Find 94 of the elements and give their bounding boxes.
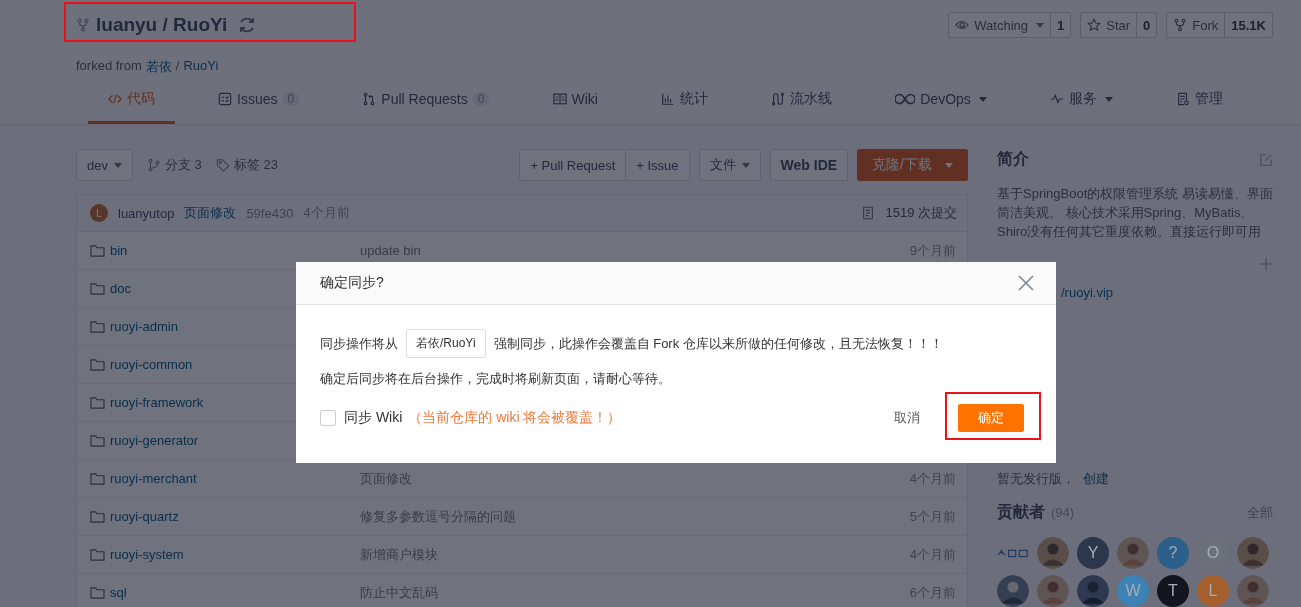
repo-link[interactable]: RuoYi	[183, 58, 219, 76]
folder-icon	[90, 510, 105, 523]
nav-tab[interactable]: Wiki	[532, 90, 618, 124]
pull-request-icon	[362, 92, 377, 106]
folder-link[interactable]: sql	[110, 585, 127, 600]
repo-description: 基于SpringBoot的权限管理系统 易读易懂、界面简洁美观。 核心技术采用Spring、MyBatis、Shiro没有任何其它重度依赖。直接运行即可用	[997, 185, 1273, 241]
sync-wiki-checkbox[interactable]: 同步 Wiki	[320, 409, 403, 427]
pulse-icon	[1049, 92, 1064, 106]
repo-action-button[interactable]: Fork 15.1K	[1166, 12, 1273, 38]
logo-icon[interactable]	[997, 547, 1029, 559]
tag-icon	[215, 158, 230, 172]
caret-icon	[113, 162, 122, 168]
author-avatar: L	[90, 204, 108, 222]
nav-tab[interactable]: 流水线	[751, 90, 853, 124]
commit-message-link[interactable]: 页面修改	[184, 204, 237, 222]
contributor-avatar[interactable]: ?	[1157, 537, 1189, 569]
folder-link[interactable]: ruoyi-quartz	[110, 509, 179, 524]
checkbox[interactable]	[320, 410, 336, 426]
contributor-avatar[interactable]: T	[1157, 575, 1189, 607]
dialog-text: 强制同步，此操作会覆盖自 Fork 仓库以来所做的任何修改，且无法恢复！！！	[493, 334, 943, 353]
count-label: 0	[1142, 16, 1152, 35]
nav-tab[interactable]: 代码	[88, 90, 175, 124]
close-icon[interactable]	[1018, 275, 1034, 291]
repo-title[interactable]: luanyu / RuoYi	[96, 14, 228, 36]
branches-link[interactable]: 分支 3	[146, 156, 202, 174]
issue-icon	[218, 92, 233, 106]
author-link[interactable]: luanyutop	[118, 205, 175, 221]
star-icon	[1087, 18, 1102, 32]
document-icon	[1176, 92, 1190, 106]
clone-download-button[interactable]: 克隆/下载	[857, 149, 968, 181]
commits-count-link[interactable]: 1519 次提交	[885, 204, 957, 222]
pipeline-icon	[771, 92, 786, 106]
toolbar-button[interactable]: + Issue	[626, 149, 690, 181]
folder-icon	[90, 472, 105, 485]
commits-icon	[861, 206, 876, 220]
confirm-button[interactable]: 确定	[958, 404, 1024, 432]
dialog-title: 确定同步?	[320, 274, 384, 292]
tags-link[interactable]: 标签 23	[215, 156, 278, 174]
folder-icon	[90, 320, 105, 333]
count-label: 1	[1056, 16, 1066, 35]
nav-tab[interactable]: DevOps	[875, 90, 1007, 124]
count-label: 15.1K	[1230, 16, 1267, 35]
file-dropdown[interactable]: 文件	[698, 149, 761, 181]
add-icon[interactable]	[1259, 257, 1273, 271]
folder-link[interactable]: ruoyi-generator	[110, 433, 199, 448]
folder-link[interactable]: ruoyi-system	[110, 547, 184, 562]
folder-icon	[90, 244, 105, 257]
infinity-icon	[895, 92, 916, 106]
branch-icon	[146, 158, 161, 172]
folder-link[interactable]: ruoyi-merchant	[110, 471, 197, 486]
cancel-link[interactable]: 取消	[894, 409, 920, 427]
folder-icon	[90, 282, 105, 295]
bar-chart-icon	[661, 92, 676, 106]
nav-tab[interactable]: 统计	[641, 90, 729, 124]
dialog-text: 同步操作将从	[320, 334, 398, 353]
caret-icon	[945, 162, 953, 168]
nav-tab[interactable]: 管理	[1156, 90, 1243, 124]
source-repo-tag: 若依/RuoYi	[406, 329, 486, 358]
book-icon	[552, 92, 567, 106]
branch-dropdown[interactable]: dev	[76, 149, 133, 181]
folder-icon	[90, 396, 105, 409]
folder-icon	[90, 548, 105, 561]
folder-link[interactable]: bin	[110, 243, 128, 258]
folder-link[interactable]: ruoyi-common	[110, 357, 193, 372]
web-ide-button[interactable]: Web IDE	[769, 149, 849, 181]
folder-icon	[90, 358, 105, 371]
contributor-avatar[interactable]: L	[1197, 575, 1229, 607]
folder-icon	[90, 434, 105, 447]
separator-label: /	[175, 58, 180, 75]
caret-icon	[741, 162, 750, 168]
homepage-link[interactable]: /ruoyi.vip	[1061, 285, 1273, 300]
folder-link[interactable]: ruoyi-admin	[110, 319, 178, 334]
dialog-note: 确定后同步将在后台操作，完成时将刷新页面，请耐心等待。	[320, 370, 672, 388]
section-title: 简介	[997, 149, 1029, 169]
fork-icon	[76, 18, 90, 32]
folder-icon	[90, 586, 105, 599]
repo-action-button[interactable]: Watching 1	[948, 12, 1072, 38]
edit-icon[interactable]	[1259, 152, 1273, 167]
releases-text: 暂无发行版，	[997, 470, 1075, 488]
code-icon	[108, 92, 122, 106]
repo-action-button[interactable]: Star 0	[1080, 12, 1158, 38]
nav-tab[interactable]: 服务	[1029, 90, 1133, 124]
toolbar-button[interactable]: + Pull Request	[519, 149, 627, 181]
contributor-avatar[interactable]: W	[1117, 575, 1149, 607]
contributor-avatar[interactable]: Y	[1077, 537, 1109, 569]
warning-text: （当前仓库的 wiki 将会被覆盖！）	[408, 409, 622, 427]
folder-link[interactable]: ruoyi-framework	[110, 395, 204, 410]
fork-icon	[1173, 18, 1188, 32]
eye-icon	[955, 18, 970, 32]
owner-link[interactable]: 若依	[145, 58, 172, 76]
section-title: 贡献者	[997, 502, 1045, 523]
create-release-link[interactable]: 创建	[1083, 470, 1109, 488]
folder-link[interactable]: doc	[110, 281, 131, 296]
forked-from-label: forked from	[76, 58, 142, 75]
